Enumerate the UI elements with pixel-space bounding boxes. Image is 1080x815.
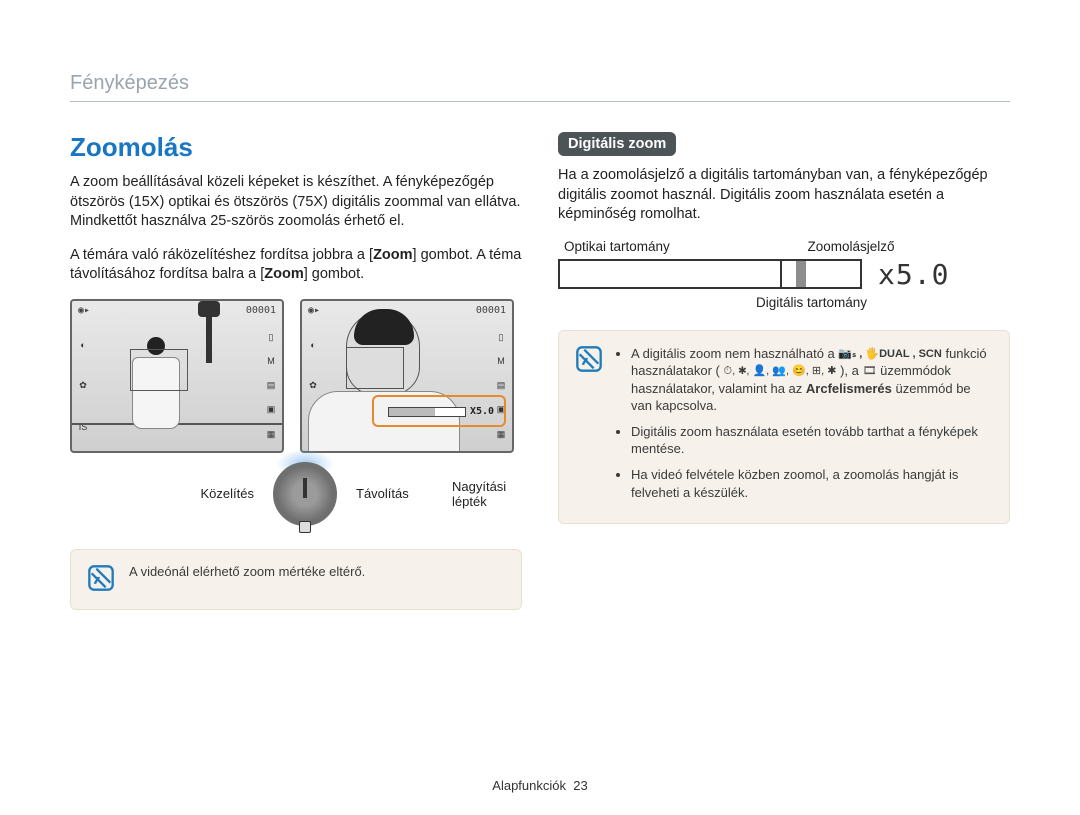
preview-right-icons: ▯M▤▣▦: [494, 325, 508, 447]
counter: 00001: [246, 305, 276, 316]
note-item: A digitális zoom nem használható a 📷ₛ , …: [631, 345, 993, 415]
zoom-track: [388, 407, 466, 417]
preview-row: ◉▸ 00001 ◐✿IS ▯M▤▣▦ ◉▸: [70, 299, 522, 453]
preview-topbar: ◉▸ 00001: [78, 305, 276, 316]
zoom-keyword: Zoom: [373, 247, 412, 263]
note-box: A digitális zoom nem használható a 📷ₛ , …: [558, 330, 1010, 524]
range-separator: [780, 259, 782, 289]
instruction-paragraph: A témára való ráközelítéshez fordítsa jo…: [70, 246, 522, 285]
mode-icons: ⏱, ✱, 👤, 👥, 😊, ⊞, ✱: [724, 364, 837, 379]
subsection-pill: Digitális zoom: [558, 132, 676, 156]
right-column: Digitális zoom Ha a zoomolásjelző a digi…: [558, 132, 1010, 610]
note-text: A videónál elérhető zoom mértéke eltérő.: [129, 564, 365, 595]
preview-left-icons: ◐✿IS: [76, 325, 90, 447]
function-icons: 📷ₛ , 🖐DUAL , SCN: [838, 347, 941, 362]
note-icon: [575, 345, 603, 509]
note-item: Digitális zoom használata esetén tovább …: [631, 423, 993, 458]
face-detect-keyword: Arcfelismerés: [806, 381, 892, 396]
footer-section: Alapfunkciók: [492, 778, 566, 793]
page-footer: Alapfunkciók 23: [0, 778, 1080, 793]
breadcrumb: Fényképezés: [70, 72, 1010, 102]
text-fragment: ] gombot.: [304, 266, 364, 282]
text-fragment: ), a: [840, 363, 862, 378]
section-title: Zoomolás: [70, 132, 522, 163]
note-list: A digitális zoom nem használható a 📷ₛ , …: [617, 345, 993, 509]
zoom-diagram: Optikai tartomány Zoomolásjelző x5.0 Dig…: [558, 239, 978, 310]
preview-right-icons: ▯M▤▣▦: [264, 325, 278, 447]
zoom-track-large: [558, 259, 862, 289]
label-closer: Közelítés: [70, 486, 254, 501]
zoom-diagram-top-labels: Optikai tartomány Zoomolásjelző: [558, 239, 978, 254]
zoom-bar-large: x5.0: [558, 258, 978, 291]
label-zoom-indicator: Zoomolásjelző: [724, 239, 978, 254]
zoom-value-large: x5.0: [878, 258, 949, 291]
two-column-layout: Zoomolás A zoom beállításával közeli kép…: [70, 132, 1010, 610]
zoom-keyword: Zoom: [264, 266, 303, 282]
text-fragment: A digitális zoom nem használható a: [631, 346, 838, 361]
label-optical-range: Optikai tartomány: [558, 239, 724, 254]
left-column: Zoomolás A zoom beállításával közeli kép…: [70, 132, 522, 610]
camera-preview-wide: ◉▸ 00001 ◐✿IS ▯M▤▣▦: [70, 299, 284, 453]
autofocus-box: [346, 347, 404, 389]
camera-mode-icon: ◉▸: [78, 305, 90, 316]
camera-preview-tele: ◉▸ 00001 ◐✿IS ▯M▤▣▦ X5.0: [300, 299, 514, 453]
streetlamp-icon: [206, 315, 212, 363]
label-farther: Távolítás: [356, 486, 436, 501]
note-box: A videónál elérhető zoom mértéke eltérő.: [70, 549, 522, 610]
zoom-bar-small: X5.0: [388, 405, 498, 419]
text-fragment: A témára való ráközelítéshez fordítsa jo…: [70, 247, 373, 263]
zoom-value-small: X5.0: [470, 406, 494, 417]
dial-labels-row: Közelítés Távolítás Nagyítási lépték: [70, 459, 522, 529]
intro-paragraph: A zoom beállításával közeli képeket is k…: [70, 173, 522, 232]
movie-mode-icon: 🎞: [863, 364, 877, 379]
note-icon: [87, 564, 115, 595]
label-digital-range: Digitális tartomány: [756, 295, 978, 310]
zoom-dial-icon: [270, 459, 340, 529]
zoom-indicator-marker: [796, 261, 806, 287]
digital-zoom-paragraph: Ha a zoomolásjelző a digitális tartomány…: [558, 166, 1010, 225]
footer-page-number: 23: [573, 778, 587, 793]
label-scale: Nagyítási lépték: [452, 479, 522, 509]
note-item: Ha videó felvétele közben zoomol, a zoom…: [631, 466, 993, 501]
camera-mode-icon: ◉▸: [308, 305, 320, 316]
manual-page: Fényképezés Zoomolás A zoom beállításáva…: [0, 0, 1080, 815]
counter: 00001: [476, 305, 506, 316]
autofocus-box: [130, 349, 188, 391]
